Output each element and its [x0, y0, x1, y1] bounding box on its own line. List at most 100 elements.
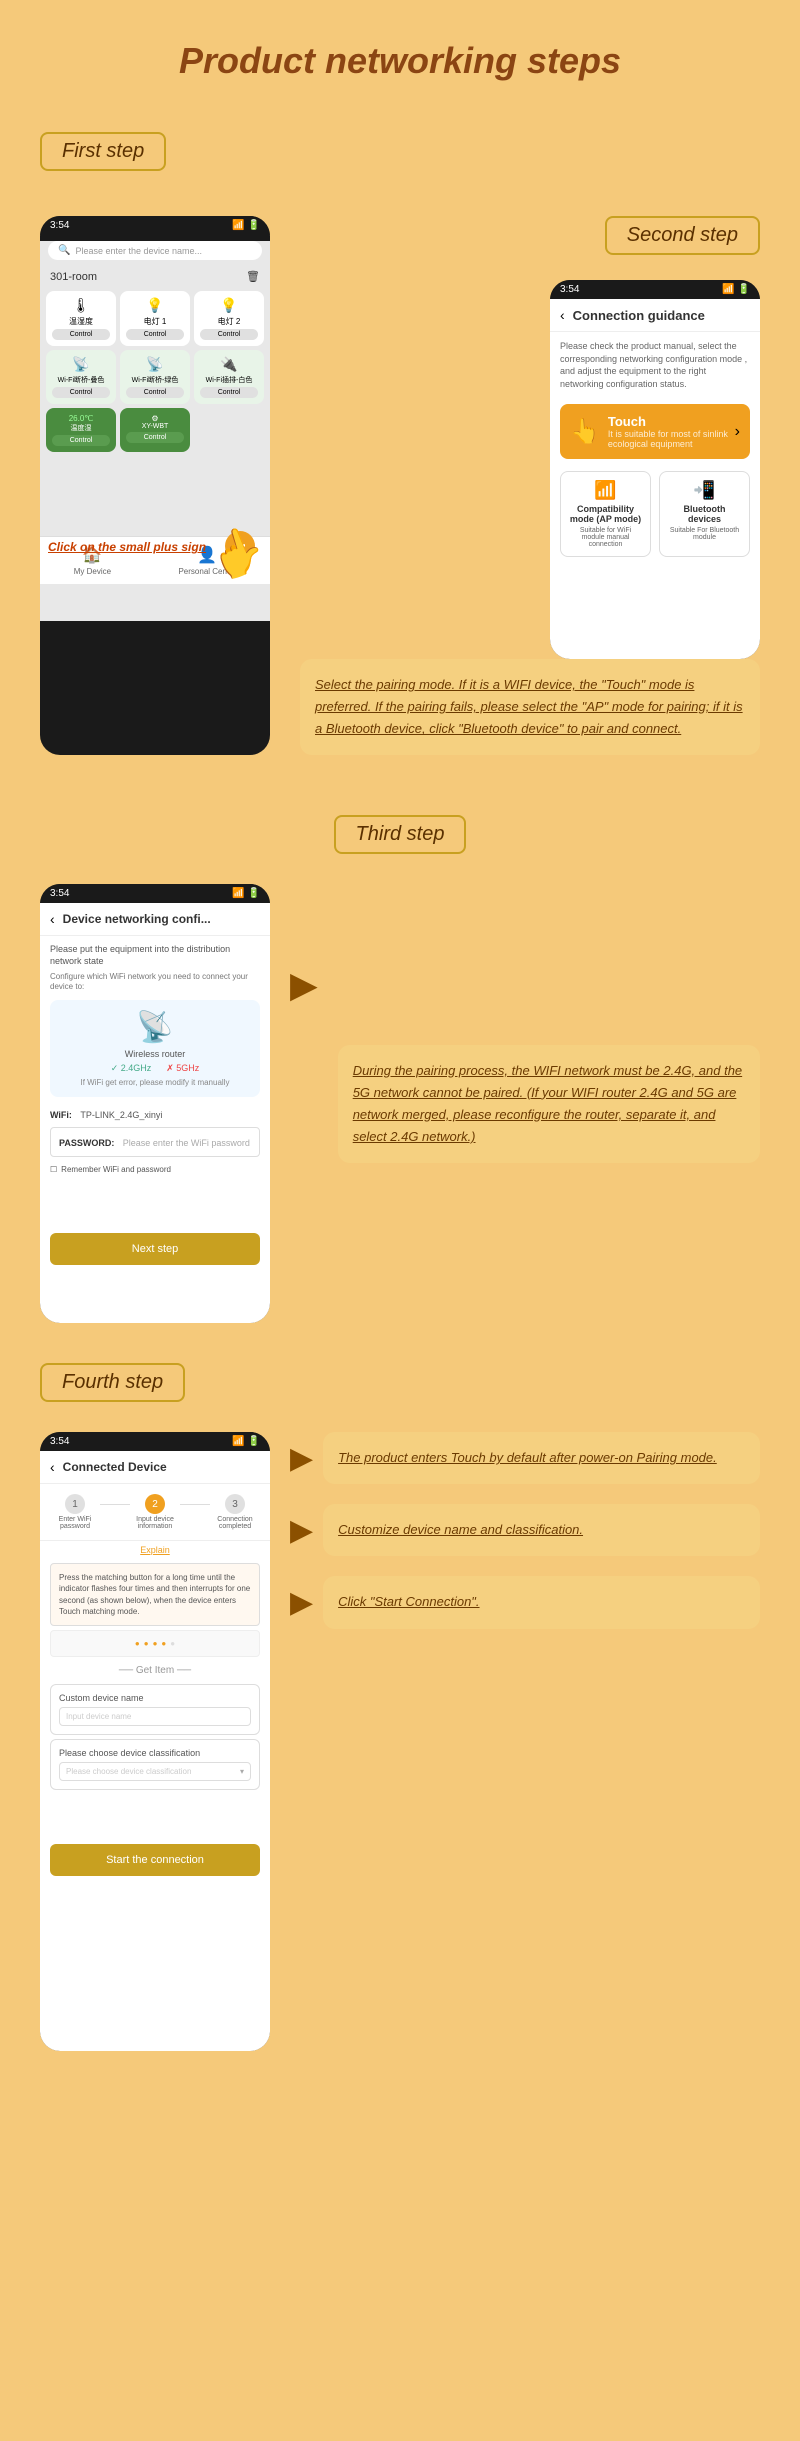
blink-dot-1: ● [135, 1639, 140, 1648]
device-name: 温度湿 [52, 423, 110, 433]
list-item: 26.0℃ 温度湿 Control [46, 408, 116, 452]
time-2: 3:54 [560, 284, 579, 295]
control-btn[interactable]: Control [52, 435, 110, 446]
connected-screen: ‹ Connected Device 1 Enter WiFi password… [40, 1451, 270, 2051]
control-btn[interactable]: Control [126, 387, 184, 398]
conn-title: Connection guidance [573, 308, 705, 323]
fourth-step-content: 3:54 📶 🔋 ‹ Connected Device 1 Enter WiFi… [40, 1432, 760, 2051]
search-bar[interactable]: 🔍 Please enter the device name... [48, 241, 262, 260]
pwd-label: PASSWORD: [59, 1138, 114, 1148]
phone-screen-1: 🔍 Please enter the device name... 301-ro… [40, 241, 270, 621]
control-btn[interactable]: Control [200, 329, 258, 340]
explain-link[interactable]: Explain [40, 1541, 270, 1559]
back-icon-3[interactable]: ‹ [50, 911, 55, 927]
blink-dot-4: ● [161, 1639, 166, 1648]
control-btn[interactable]: Control [52, 329, 110, 340]
blink-dot-2: ● [144, 1639, 149, 1648]
signal-2: 📶 🔋 [722, 284, 750, 295]
phone-mockup-2: 3:54 📶 🔋 ‹ Connection guidance Please ch… [550, 280, 760, 659]
bt-desc: Suitable For Bluetooth module [668, 527, 741, 541]
custom-device-name-label: Custom device name [59, 1693, 251, 1703]
blink-dot-5: ● [170, 1639, 175, 1648]
device-icon: 💡 [126, 297, 184, 314]
password-input[interactable]: PASSWORD: Please enter the WiFi password [50, 1127, 260, 1157]
fourth-note-1: The product enters Touch by default afte… [323, 1432, 760, 1484]
ap-mode-desc: Suitable for WiFi module manual connecti… [569, 527, 642, 548]
list-item: 🌡 温湿度 Control [46, 291, 116, 346]
device-name: 电灯 2 [200, 316, 258, 327]
conn-header: ‹ Connection guidance [550, 299, 760, 332]
router-label: Wireless router [60, 1049, 250, 1059]
device-name: Wi-Fi断桥-叠色 [52, 375, 110, 385]
device-icon: 📡 [52, 356, 110, 373]
room-label: 301-room [50, 271, 97, 283]
second-step-label: Second step [605, 216, 760, 255]
screen-desc-3: Please put the equipment into the distri… [40, 936, 270, 971]
wifi-icon: 📶 [569, 480, 642, 501]
third-step-note: During the pairing process, the WIFI net… [338, 1045, 760, 1163]
control-btn[interactable]: Control [126, 329, 184, 340]
step-label-1: Enter WiFi password [50, 1516, 100, 1530]
section-divider: ── Get Item ── [40, 1661, 270, 1680]
step-line-2 [180, 1504, 210, 1505]
control-btn[interactable]: Control [52, 387, 110, 398]
ap-mode-card[interactable]: 📶 Compatibility mode (AP mode) Suitable … [560, 471, 651, 557]
screen-title-3: Device networking confi... [63, 912, 211, 926]
device-icon: 🌡 [52, 297, 110, 314]
checkbox-icon: ☐ [50, 1165, 57, 1174]
list-item: 📡 Wi-Fi断桥-绿色 Control [120, 350, 190, 404]
device-name-input[interactable]: Input device name [59, 1707, 251, 1726]
connection-screen: ‹ Connection guidance Please check the p… [550, 299, 760, 659]
wifi-24-label: ✓ 2.4GHz [111, 1063, 152, 1074]
room-header: 301-room 🗑 [40, 266, 270, 287]
step-ind-2: 2 Input device information [130, 1494, 180, 1530]
device-name: 温湿度 [52, 316, 110, 327]
classify-select[interactable]: Please choose device classification ▾ [59, 1762, 251, 1781]
list-item: 📡 Wi-Fi断桥-叠色 Control [46, 350, 116, 404]
arrow-icon-3: ▶ [290, 1585, 313, 1620]
fourth-note-3: Click "Start Connection". [323, 1576, 760, 1628]
control-btn[interactable]: Control [200, 387, 258, 398]
touch-card[interactable]: 👆 Touch It is suitable for most of sinli… [560, 404, 750, 459]
pwd-placeholder: Please enter the WiFi password [123, 1138, 250, 1148]
screen-header-4: ‹ Connected Device [40, 1451, 270, 1484]
touch-label: Touch [608, 414, 735, 429]
arrow-right-3: ▶ [290, 884, 318, 1006]
router-icon: 📡 [60, 1010, 250, 1045]
time-1: 3:54 [50, 220, 69, 231]
screen-header-3: ‹ Device networking confi... [40, 903, 270, 936]
back-icon[interactable]: ‹ [560, 307, 565, 323]
second-step-right: Second step 3:54 📶 🔋 ‹ Connection guidan… [300, 216, 760, 755]
step-line [100, 1504, 130, 1505]
fourth-step-section: Fourth step 3:54 📶 🔋 ‹ Connected Device … [0, 1343, 800, 2071]
third-step-content: 3:54 📶 🔋 ‹ Device networking confi... Pl… [40, 884, 760, 1323]
wifi-label-row: WiFi: TP-LINK_2.4G_xinyi [40, 1101, 270, 1123]
start-connection-button[interactable]: Start the connection [50, 1844, 260, 1876]
next-step-button[interactable]: Next step [50, 1233, 260, 1265]
router-visual: 📡 Wireless router ✓ 2.4GHz ✗ 5GHz If WiF… [50, 1000, 260, 1097]
step-circle-1: 1 [65, 1494, 85, 1514]
remember-label: Remember WiFi and password [61, 1165, 171, 1174]
first-step-container: 3:54 📶 🔋 🔍 Please enter the device name.… [0, 206, 800, 795]
device-name-placeholder: Input device name [66, 1712, 131, 1721]
bt-mode-card[interactable]: 📲 Bluetooth devices Suitable For Bluetoo… [659, 471, 750, 557]
remember-check[interactable]: ☐ Remember WiFi and password [40, 1161, 270, 1178]
control-btn[interactable]: Control [126, 432, 184, 443]
note-row-1: ▶ The product enters Touch by default af… [290, 1432, 760, 1484]
touch-icon: 👆 [570, 417, 600, 446]
signal-1: 📶 🔋 [232, 220, 260, 231]
device-name: 电灯 1 [126, 316, 184, 327]
time-3: 3:54 [50, 888, 69, 899]
screen-sub-3: Configure which WiFi network you need to… [40, 972, 270, 997]
phone-mockup-1: 3:54 📶 🔋 🔍 Please enter the device name.… [40, 216, 270, 755]
nav-label: My Device [74, 567, 111, 576]
wifi-5g-label: ✗ 5GHz [166, 1063, 199, 1074]
status-bar-1: 3:54 📶 🔋 [40, 216, 270, 235]
fourth-step-notes: ▶ The product enters Touch by default af… [290, 1432, 760, 1628]
arrow-icon-1: ▶ [290, 1441, 313, 1476]
back-icon-4[interactable]: ‹ [50, 1459, 55, 1475]
step-circle-2: 2 [145, 1494, 165, 1514]
list-item: ⚙ XY-WBT Control [120, 408, 190, 452]
step-indicators: 1 Enter WiFi password 2 Input device inf… [40, 1484, 270, 1541]
screen-title-4: Connected Device [63, 1460, 167, 1474]
